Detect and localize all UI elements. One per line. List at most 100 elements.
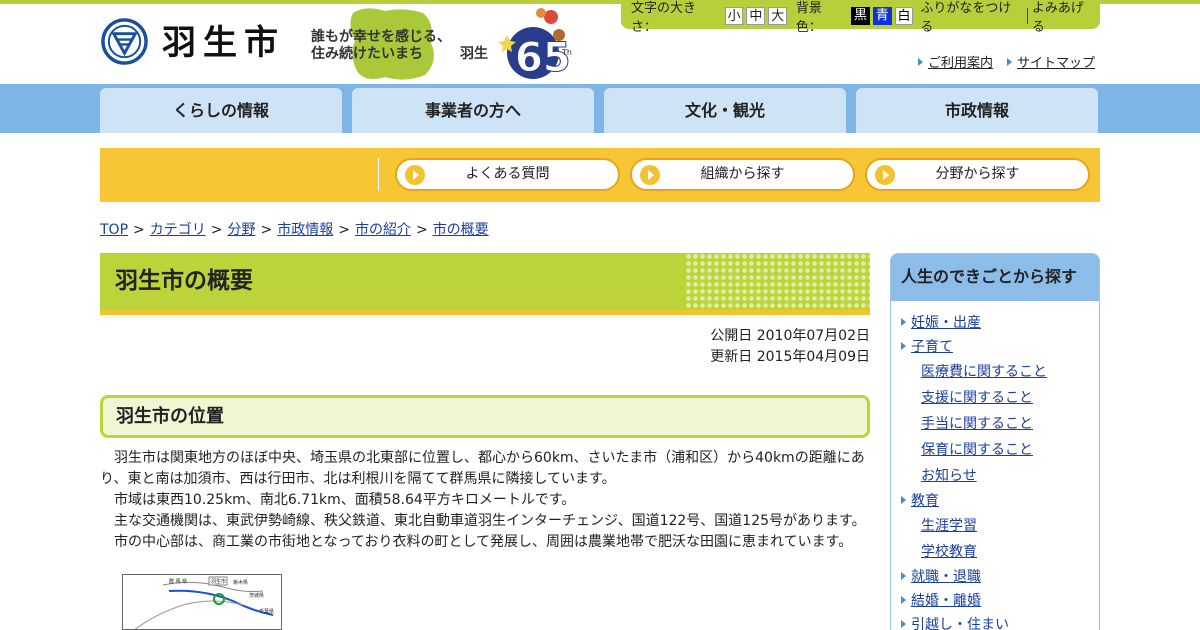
arrow-right-icon xyxy=(901,496,906,504)
sidebar-item-employment: 就職・退職 xyxy=(891,565,1099,589)
sidebar-link-nursery[interactable]: 保育に関すること xyxy=(921,442,1033,458)
tagline-line1: 誰もが幸せを感じる、 xyxy=(311,28,451,45)
sidebar-item-pregnancy: 妊娠・出産 xyxy=(891,311,1099,335)
nav-tab-business[interactable]: 事業者の方へ xyxy=(352,88,594,133)
accessibility-toolbar: 文字の大きさ： 小 中 大 背景色： 黒 青 白 ふりがなをつける よみあげる xyxy=(621,1,1100,35)
title-dot-pattern xyxy=(685,253,870,310)
sidebar-item-childcare: 子育て xyxy=(891,335,1099,359)
bg-blue-button[interactable]: 青 xyxy=(872,7,892,25)
sidebar-item-allowances: 手当に関すること xyxy=(891,411,1099,437)
sidebar-item-marriage: 結婚・離婚 xyxy=(891,589,1099,613)
breadcrumb-city-intro[interactable]: 市の紹介 xyxy=(355,222,411,238)
map-label-gunma: 群 馬 県 xyxy=(169,578,187,585)
sidebar-title: 人生のできごとから探す xyxy=(891,254,1099,301)
search-by-organization-label: 組織から探す xyxy=(700,166,785,182)
breadcrumb-top[interactable]: TOP xyxy=(100,222,128,238)
furigana-button[interactable]: ふりがなをつける xyxy=(916,0,1027,35)
sitemap-link[interactable]: サイトマップ xyxy=(1007,52,1095,71)
search-by-field-button[interactable]: 分野から探す xyxy=(865,158,1090,191)
anniversary-logo: 誰もが幸せを感じる、 住み続けたいまち 羽生 65 Th xyxy=(311,8,572,82)
arrow-right-icon xyxy=(1007,58,1012,66)
font-size-medium-button[interactable]: 中 xyxy=(746,7,766,25)
bg-black-button[interactable]: 黒 xyxy=(851,7,870,25)
article-body: 羽生市は関東地方のほぼ中央、埼玉県の北東部に位置し、都心から60km、さいたま市… xyxy=(100,448,870,553)
guide-link[interactable]: ご利用案内 xyxy=(918,52,993,71)
background-color-label: 背景色： xyxy=(795,1,822,35)
breadcrumb-category[interactable]: カテゴリ xyxy=(150,222,206,238)
sidebar-link-education[interactable]: 教育 xyxy=(911,493,939,509)
sidebar-link-marriage[interactable]: 結婚・離婚 xyxy=(911,593,981,609)
arrow-right-icon xyxy=(901,596,906,604)
map-label-chiba: 千葉県 xyxy=(259,608,274,615)
sidebar-item-medical-costs: 医療費に関すること xyxy=(891,359,1099,385)
bg-white-button[interactable]: 白 xyxy=(894,7,914,25)
sidebar-item-moving: 引越し・住まい xyxy=(891,613,1099,630)
section-heading-location: 羽生市の位置 xyxy=(100,395,870,438)
breadcrumb-city-admin[interactable]: 市政情報 xyxy=(277,222,333,238)
search-by-organization-button[interactable]: 組織から探す xyxy=(630,158,855,191)
paragraph-transport: 主な交通機関は、東武伊勢崎線、秩父鉄道、東北自動車道羽生インターチェンジ、国道1… xyxy=(114,513,866,529)
sidebar-link-allowances[interactable]: 手当に関すること xyxy=(921,416,1033,432)
play-arrow-icon xyxy=(640,165,660,185)
play-arrow-icon xyxy=(875,165,895,185)
nav-tab-culture-tourism[interactable]: 文化・観光 xyxy=(604,88,846,133)
paragraph-location: 羽生市は関東地方のほぼ中央、埼玉県の北東部に位置し、都心から60km、さいたま市… xyxy=(100,450,865,487)
map-label-tochigi: 栃木県 xyxy=(233,579,248,586)
arrow-right-icon xyxy=(901,318,906,326)
arrow-right-icon xyxy=(901,620,906,628)
nav-tab-city-admin[interactable]: 市政情報 xyxy=(856,88,1098,133)
read-aloud-button[interactable]: よみあげる xyxy=(1028,0,1100,35)
city-emblem-icon[interactable] xyxy=(101,18,148,65)
sidebar-link-employment[interactable]: 就職・退職 xyxy=(911,569,981,585)
quick-search-bar: よくある質問 組織から探す 分野から探す xyxy=(100,148,1100,202)
city-name-logo[interactable]: 羽生市 xyxy=(162,20,285,66)
arrow-right-icon xyxy=(918,58,923,66)
breadcrumb-separator: > xyxy=(210,222,223,238)
breadcrumb-city-overview[interactable]: 市の概要 xyxy=(433,222,489,238)
breadcrumb-separator: > xyxy=(338,222,350,238)
sidebar-item-lifelong-learning: 生涯学習 xyxy=(891,513,1099,539)
font-size-small-button[interactable]: 小 xyxy=(724,7,744,25)
sidebar-link-support[interactable]: 支援に関すること xyxy=(921,390,1033,406)
sidebar-link-school-education[interactable]: 学校教育 xyxy=(921,544,977,560)
font-size-large-button[interactable]: 大 xyxy=(768,7,787,25)
sidebar-item-news: お知らせ xyxy=(891,463,1099,489)
sidebar-link-moving[interactable]: 引越し・住まい xyxy=(911,617,1009,630)
publish-dates: 公開日 2010年07月02日 更新日 2015年04月09日 xyxy=(710,326,870,368)
guide-link-label: ご利用案内 xyxy=(928,56,994,71)
sidebar-item-support: 支援に関すること xyxy=(891,385,1099,411)
paragraph-area: 市域は東西10.25km、南北6.71km、面積58.64平方キロメートルです。 xyxy=(114,492,576,508)
play-arrow-icon xyxy=(405,165,425,185)
published-date: 公開日 2010年07月02日 xyxy=(710,328,870,344)
breadcrumb-field[interactable]: 分野 xyxy=(227,222,255,238)
faq-button[interactable]: よくある質問 xyxy=(395,158,620,191)
map-label-hanyu: 羽生市 xyxy=(211,578,226,585)
faq-button-label: よくある質問 xyxy=(465,166,550,182)
arrow-right-icon xyxy=(901,342,906,350)
tagline-city: 羽生 xyxy=(460,45,488,62)
breadcrumb-separator: > xyxy=(133,222,145,238)
sidebar-link-lifelong-learning[interactable]: 生涯学習 xyxy=(921,518,977,534)
sidebar-link-childcare[interactable]: 子育て xyxy=(911,339,953,355)
search-by-field-label: 分野から探す xyxy=(935,166,1020,182)
location-map-drawing: 羽生市 群 馬 県 栃木県 茨城県 千葉県 xyxy=(134,576,274,629)
breadcrumb: TOP > カテゴリ > 分野 > 市政情報 > 市の紹介 > 市の概要 xyxy=(100,219,489,239)
font-size-label: 文字の大きさ： xyxy=(631,1,697,35)
sidebar-link-pregnancy[interactable]: 妊娠・出産 xyxy=(911,315,981,331)
location-map-image: 羽生市 群 馬 県 栃木県 茨城県 千葉県 xyxy=(122,574,282,630)
site-header: 羽生市 誰もが幸せを感じる、 住み続けたいまち 羽生 65 Th 文字の大きさ：… xyxy=(0,0,1200,84)
nav-tab-living[interactable]: くらしの情報 xyxy=(100,88,342,133)
updated-date: 更新日 2015年04月09日 xyxy=(710,349,870,365)
arrow-right-icon xyxy=(901,572,906,580)
quick-search-divider xyxy=(378,158,379,191)
breadcrumb-separator: > xyxy=(260,222,273,238)
sidebar-link-news[interactable]: お知らせ xyxy=(921,468,977,484)
paragraph-city-center: 市の中心部は、商工業の市街地となっており衣料の町として発展し、周囲は農業地帯で肥… xyxy=(114,534,853,550)
global-nav: くらしの情報 事業者の方へ 文化・観光 市政情報 xyxy=(0,84,1200,133)
tagline-line2: 住み続けたいまち xyxy=(311,45,423,62)
anniversary-th: Th xyxy=(561,48,572,57)
map-label-ibaraki: 茨城県 xyxy=(249,592,264,599)
sidebar-link-medical-costs[interactable]: 医療費に関すること xyxy=(921,364,1047,380)
sidebar-item-education: 教育 xyxy=(891,489,1099,513)
life-events-sidebar: 人生のできごとから探す 妊娠・出産 子育て 医療費に関すること 支援に関すること… xyxy=(890,253,1100,630)
